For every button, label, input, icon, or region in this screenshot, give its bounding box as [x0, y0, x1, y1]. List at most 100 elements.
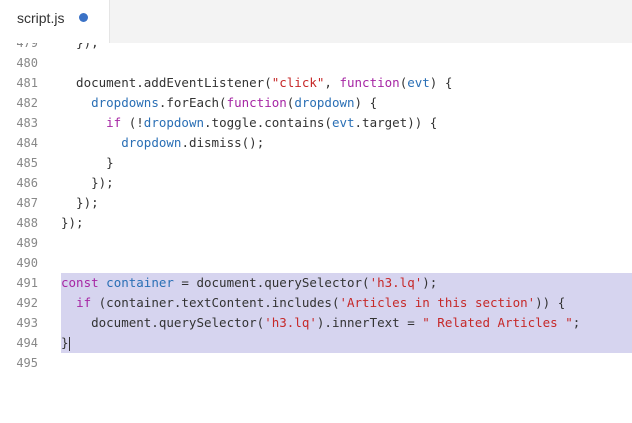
code-line[interactable]: 486 });: [0, 173, 632, 193]
code-token-variable: evt: [331, 115, 355, 130]
code-token-plain: .dismiss();: [181, 135, 265, 150]
code-text: }: [61, 333, 632, 353]
code-line[interactable]: 485 }: [0, 153, 632, 173]
code-token-variable: evt: [407, 75, 430, 90]
code-token-plain: = document.querySelector(: [173, 275, 370, 290]
tab-label: script.js: [17, 10, 65, 26]
line-number: 490: [16, 256, 38, 270]
code-token-plain: );: [422, 275, 438, 290]
code-line[interactable]: 488});: [0, 213, 632, 233]
line-number: 489: [16, 236, 38, 250]
code-token-string: "click": [271, 75, 325, 90]
code-line[interactable]: 479 });: [0, 43, 632, 53]
code-token-keyword: function: [226, 95, 287, 110]
code-line[interactable]: 481 document.addEventListener("click", f…: [0, 73, 632, 93]
code-token-string: 'h3.lq': [369, 275, 423, 290]
line-number: 479: [16, 43, 38, 50]
code-line[interactable]: 487 });: [0, 193, 632, 213]
code-token-plain: ;: [572, 315, 581, 330]
line-number: 485: [16, 156, 38, 170]
code-text: dropdowns.forEach(function(dropdown) {: [61, 93, 632, 113]
code-line[interactable]: 480: [0, 53, 632, 73]
code-token-variable: dropdown: [143, 115, 205, 130]
code-text: if (!dropdown.toggle.contains(evt.target…: [61, 113, 632, 133]
code-token-keyword: if: [106, 115, 122, 130]
code-token-keyword: if: [76, 295, 92, 310]
line-number: 488: [16, 216, 38, 230]
code-line[interactable]: 493 document.querySelector('h3.lq').inne…: [0, 313, 632, 333]
line-number: 495: [16, 356, 38, 370]
line-number: 480: [16, 56, 38, 70]
line-number: 491: [16, 276, 38, 290]
line-number: 492: [16, 296, 38, 310]
code-line[interactable]: 484 dropdown.dismiss();: [0, 133, 632, 153]
unsaved-changes-dot-icon[interactable]: [79, 13, 88, 22]
code-line[interactable]: 483 if (!dropdown.toggle.contains(evt.ta…: [0, 113, 632, 133]
code-token-plain: ) {: [429, 75, 453, 90]
code-token-plain: });: [61, 175, 114, 190]
code-token-plain: }: [61, 335, 69, 350]
code-text: document.querySelector('h3.lq').innerTex…: [61, 313, 632, 333]
code-text: });: [61, 193, 632, 213]
code-text: dropdown.dismiss();: [61, 133, 632, 153]
code-token-keyword: const: [61, 275, 99, 290]
code-token-plain: });: [61, 43, 99, 50]
code-line[interactable]: 490: [0, 253, 632, 273]
code-text: }: [61, 153, 632, 173]
code-text: });: [61, 173, 632, 193]
line-number: 487: [16, 196, 38, 210]
tab-script-js[interactable]: script.js: [0, 0, 110, 43]
code-token-variable: container: [106, 275, 174, 290]
code-token-plain: });: [61, 215, 84, 230]
code-text: });: [61, 43, 632, 53]
code-line[interactable]: 489: [0, 233, 632, 253]
code-token-plain: ,: [324, 75, 340, 90]
code-token-plain: document.querySelector(: [61, 315, 265, 330]
line-number: 482: [16, 96, 38, 110]
code-token-plain: ) {: [354, 95, 378, 110]
code-text: });: [61, 213, 632, 233]
code-token-string: 'Articles in this section': [339, 295, 536, 310]
code-token-plain: .toggle.contains(: [204, 115, 332, 130]
code-line[interactable]: 482 dropdowns.forEach(function(dropdown)…: [0, 93, 632, 113]
code-token-variable: dropdown: [294, 95, 355, 110]
code-token-plain: document.addEventListener(: [61, 75, 272, 90]
line-number: 494: [16, 336, 38, 350]
code-token-plain: ).innerText =: [316, 315, 423, 330]
code-text: const container = document.querySelector…: [61, 273, 632, 293]
code-text: if (container.textContent.includes('Arti…: [61, 293, 632, 313]
code-line[interactable]: 491 const container = document.querySelec…: [0, 273, 632, 293]
code-token-plain: });: [61, 195, 99, 210]
code-editor[interactable]: 479 }); 480 481 document.addEventListener(…: [0, 43, 632, 423]
code-line[interactable]: 494}: [0, 333, 632, 353]
line-number: 484: [16, 136, 38, 150]
line-number: 493: [16, 316, 38, 330]
code-line[interactable]: 492 if (container.textContent.includes('…: [0, 293, 632, 313]
code-token-plain: )) {: [535, 295, 566, 310]
code-token-variable: dropdown: [121, 135, 182, 150]
text-cursor: [68, 336, 70, 351]
line-number: 486: [16, 176, 38, 190]
line-number: 483: [16, 116, 38, 130]
code-token-plain: (container.textContent.includes(: [91, 295, 340, 310]
code-line[interactable]: 495: [0, 353, 632, 373]
line-number: 481: [16, 76, 38, 90]
code-token-variable: dropdowns: [91, 95, 159, 110]
code-token-plain: (!: [121, 115, 144, 130]
code-token-string: 'h3.lq': [264, 315, 317, 330]
code-token-string: " Related Articles ": [422, 315, 573, 330]
tab-bar: script.js: [0, 0, 632, 43]
code-token-plain: }: [61, 155, 114, 170]
code-token-plain: .forEach(: [158, 95, 227, 110]
code-text: document.addEventListener("click", funct…: [61, 73, 632, 93]
code-token-keyword: function: [339, 75, 400, 90]
code-token-plain: .target)) {: [354, 115, 438, 130]
